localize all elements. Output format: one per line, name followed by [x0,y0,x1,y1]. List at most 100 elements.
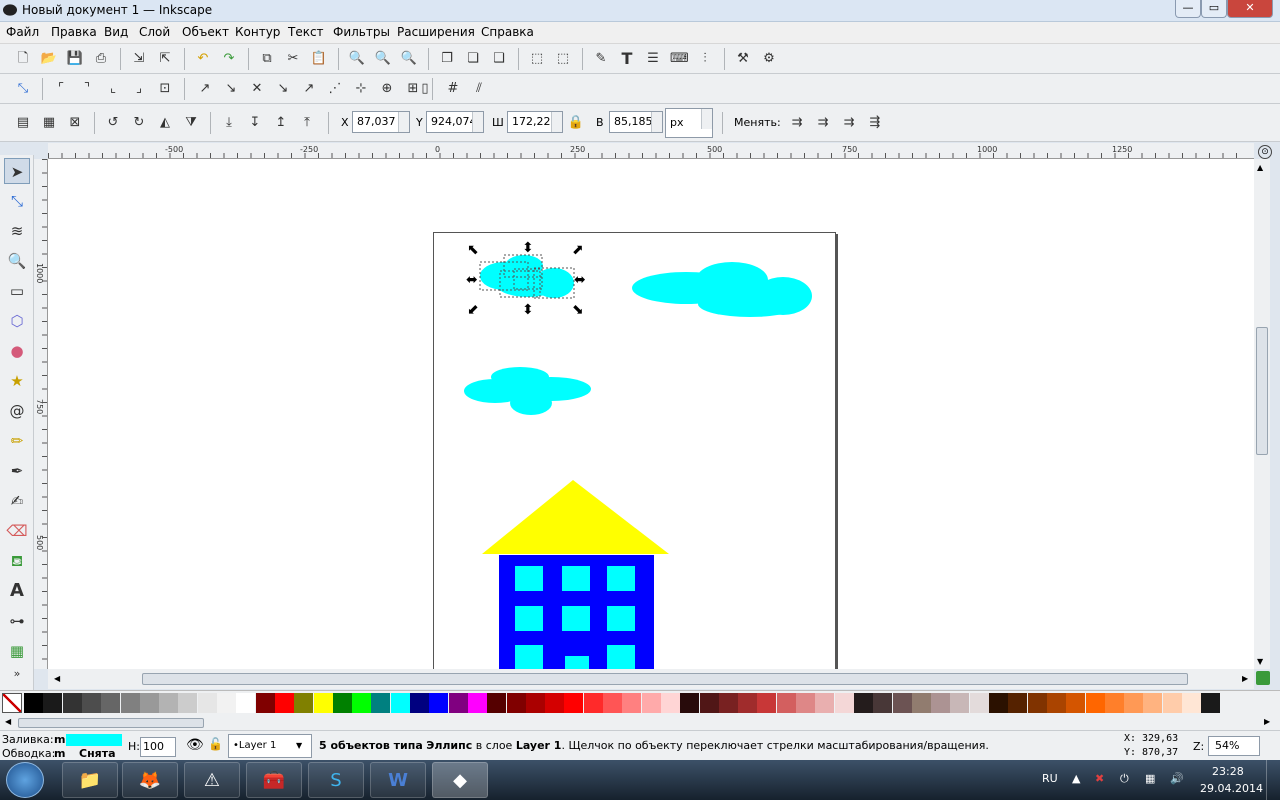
color-swatch[interactable] [448,693,468,713]
selector-tool-icon[interactable]: ➤ [4,158,30,184]
menu-layer[interactable]: Слой [139,25,170,39]
snap-page-icon[interactable]: ▯ [416,80,434,98]
transform-gradients-icon[interactable]: ⇉ [840,114,858,132]
scroll-right-icon[interactable]: ▶ [1242,674,1248,683]
palette-scrollbar[interactable]: ◀ ▶ [0,716,1280,730]
menu-text[interactable]: Текст [288,25,324,39]
sticky-zoom-icon[interactable] [1256,671,1270,685]
connector-tool-icon[interactable]: ⊶ [4,608,30,634]
tray-network-icon[interactable]: ▦ [1145,772,1155,785]
layers-icon[interactable]: ☰ [644,50,662,68]
w-input[interactable]: 172,222 [507,111,563,133]
start-button[interactable] [6,762,44,798]
snap-cusp-icon[interactable]: ↘ [274,80,292,98]
color-swatch[interactable] [467,693,487,713]
text-tool-icon[interactable]: A [4,578,30,604]
color-swatch[interactable] [313,693,333,713]
new-document-icon[interactable]: 🗋 [14,50,32,68]
paint-bucket-tool-icon[interactable]: ⛾ [4,548,30,574]
color-swatch[interactable] [525,693,545,713]
clone-icon[interactable]: ❏ [464,50,482,68]
ungroup-icon[interactable]: ⬚ [554,50,572,68]
color-swatch[interactable] [892,693,912,713]
scroll-down-icon[interactable]: ▼ [1257,657,1263,666]
color-swatch[interactable] [332,693,352,713]
cut-icon[interactable]: ✂ [284,50,302,68]
close-button[interactable]: ✕ [1227,0,1273,18]
menu-path[interactable]: Контур [235,25,280,39]
firefox-taskbar-icon[interactable]: 🦊 [122,762,178,798]
fill-swatch[interactable] [66,734,122,746]
snap-smooth-icon[interactable]: ↗ [300,80,318,98]
vertical-scroll-thumb[interactable] [1256,327,1268,455]
color-swatch[interactable] [583,693,603,713]
color-swatch[interactable] [564,693,584,713]
language-indicator[interactable]: RU [1042,772,1058,785]
menu-edit[interactable]: Правка [51,25,97,39]
minimize-button[interactable]: — [1175,0,1201,18]
color-swatch[interactable] [1085,693,1105,713]
raise-icon[interactable]: ↥ [272,114,290,132]
color-swatch[interactable] [660,693,680,713]
export-icon[interactable]: ⇱ [156,50,174,68]
clock-time[interactable]: 23:28 [1212,765,1244,778]
color-swatch[interactable] [1162,693,1182,713]
text-font-icon[interactable]: T [618,50,636,68]
color-swatch[interactable] [757,693,777,713]
maximize-button[interactable]: ▭ [1201,0,1227,18]
snap-guides-icon[interactable]: ⫽ [470,80,488,98]
color-swatch[interactable] [62,693,82,713]
color-swatch[interactable] [390,693,410,713]
color-swatch[interactable] [796,693,815,713]
color-swatch[interactable] [1008,693,1028,713]
color-swatch[interactable] [969,693,989,713]
color-swatch[interactable] [834,693,854,713]
paste-icon[interactable]: 📋 [310,50,328,68]
color-swatch[interactable] [1143,693,1163,713]
color-swatch[interactable] [699,693,719,713]
document-properties-icon[interactable]: ⚙ [760,50,778,68]
color-swatch[interactable] [1066,693,1086,713]
palette-scroll-right-icon[interactable]: ▶ [1264,717,1270,726]
menu-view[interactable]: Вид [104,25,128,39]
scroll-left-icon[interactable]: ◀ [54,674,60,683]
drawing-canvas[interactable]: ⬉ ⬍ ⬈ ⬌ ⬌ ⬋ ⬍ ⬊ [48,159,1254,669]
color-swatch[interactable] [429,693,449,713]
menu-file[interactable]: Файл [6,25,39,39]
layer-dropdown-icon[interactable]: ▼ [296,741,302,750]
color-swatch[interactable] [255,693,275,713]
zoom-correction-icon[interactable]: ⊙ [1258,145,1272,159]
tweak-tool-icon[interactable]: ≋ [4,218,30,244]
inkscape-taskbar-icon[interactable]: ◆ [432,762,488,798]
color-swatch[interactable] [738,693,758,713]
gradient-tool-icon[interactable]: ▦ [4,638,30,664]
tray-expand-icon[interactable]: ▲ [1072,772,1080,785]
select-all-icon[interactable]: ▤ [14,114,32,132]
save-icon[interactable]: 💾 [66,50,84,68]
snap-toggle-icon[interactable]: ⤡ [14,80,32,98]
rotate-cw-icon[interactable]: ↻ [130,114,148,132]
zoom-selection-icon[interactable]: 🔍 [348,50,366,68]
flip-horizontal-icon[interactable]: ◭ [156,114,174,132]
color-swatch[interactable] [506,693,526,713]
horizontal-scrollbar[interactable]: ◀ ▶ [48,669,1270,689]
y-input[interactable]: 924,074 [426,111,484,133]
lock-proportions-icon[interactable]: 🔒 [567,114,585,132]
rectangle-tool-icon[interactable]: ▭ [4,278,30,304]
canvas-drawing[interactable]: ⬉ ⬍ ⬈ ⬌ ⬌ ⬋ ⬍ ⬊ [48,159,1254,669]
calligraphy-tool-icon[interactable]: ✍ [4,488,30,514]
color-swatch[interactable] [352,693,372,713]
layer-visibility-icon[interactable]: 👁 [186,737,204,753]
raise-to-top-icon[interactable]: ⤒ [298,114,316,132]
color-swatch[interactable] [1182,693,1201,713]
lower-icon[interactable]: ↧ [246,114,264,132]
menu-filters[interactable]: Фильтры [333,25,390,39]
snap-grid-icon[interactable]: # [444,80,462,98]
more-tools-icon[interactable]: » [4,665,30,683]
snap-paths-icon[interactable]: ↘ [222,80,240,98]
color-swatch[interactable] [1201,693,1221,713]
open-icon[interactable]: 📂 [40,50,58,68]
star-tool-icon[interactable]: ★ [4,368,30,394]
deselect-icon[interactable]: ⊠ [66,114,84,132]
opacity-input[interactable]: 100 [140,737,176,757]
